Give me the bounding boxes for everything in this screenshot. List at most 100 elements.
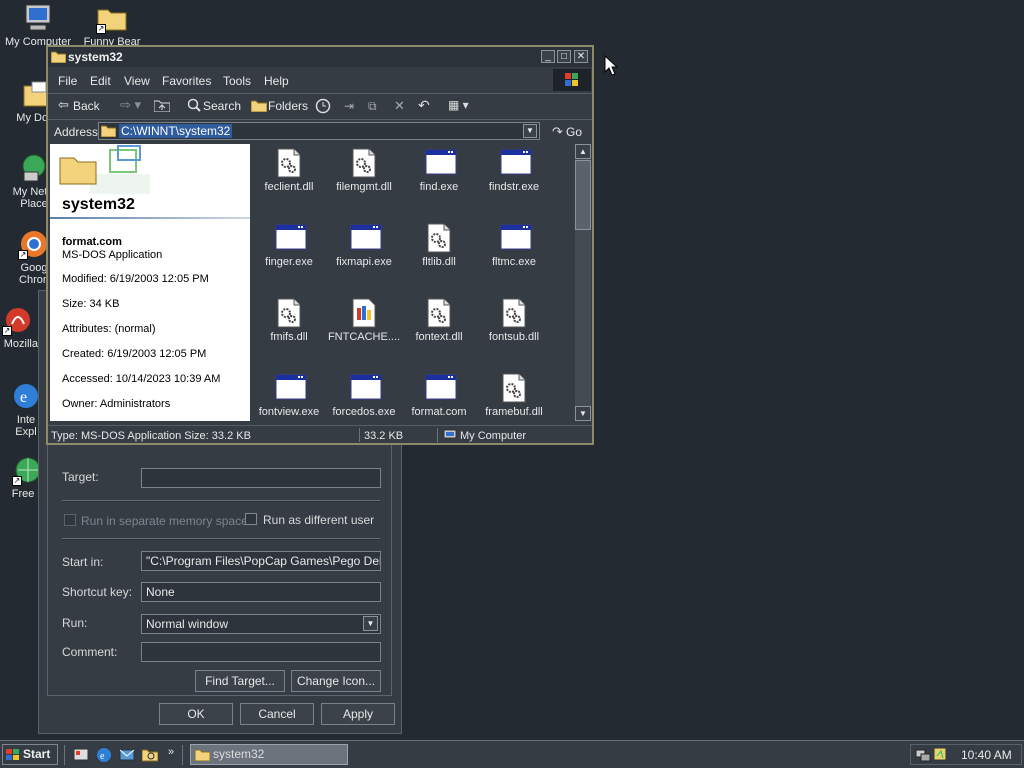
file-item[interactable]: fltlib.dll [402,223,476,268]
file-item[interactable]: fmifs.dll [252,298,326,343]
dll-gear-icon [275,148,303,178]
back-arrow-icon[interactable]: ⇦ [58,98,69,111]
desktop-icon-funny-bear[interactable]: ↗ Funny Bear [74,2,150,48]
minimize-button[interactable]: _ [541,50,555,63]
status-zone: My Computer [460,430,527,442]
menu-tools[interactable]: Tools [223,74,251,88]
menu-help[interactable]: Help [264,74,289,88]
folder-icon [195,749,210,761]
window-title: system32 [68,50,123,64]
go-button[interactable]: Go [566,125,582,139]
maximize-button[interactable]: □ [557,50,571,63]
show-desktop-icon[interactable] [73,747,89,766]
run-label: Run: [62,616,88,630]
svg-text:e: e [100,751,105,762]
target-label: Target: [62,470,99,484]
cancel-button[interactable]: Cancel [240,703,314,725]
windows-logo-icon [553,69,591,91]
explorer-icon[interactable] [141,747,159,766]
file-item[interactable]: filemgmt.dll [327,148,401,193]
scroll-up-arrow-icon[interactable]: ▲ [575,144,591,159]
address-bar: Address C:\WINNT\system32 ▼ ↷ Go [48,119,592,144]
address-input[interactable]: C:\WINNT\system32 ▼ [98,122,540,140]
selected-file-created: Created: 6/19/2003 12:05 PM [62,348,207,360]
move-to-icon[interactable]: ⇥ [344,99,354,113]
file-item[interactable]: feclient.dll [252,148,326,193]
menu-favorites[interactable]: Favorites [162,74,211,88]
internet-explorer-icon[interactable]: e [96,747,112,766]
change-icon-button[interactable]: Change Icon... [291,670,381,692]
run-as-different-user-checkbox[interactable] [245,513,257,525]
file-item[interactable]: fixmapi.exe [327,223,401,268]
history-icon[interactable] [315,98,331,117]
file-item[interactable]: fontext.dll [402,298,476,343]
file-name: fixmapi.exe [336,256,392,268]
start-button[interactable]: Start [2,744,58,765]
run-select[interactable]: Normal window [141,614,381,634]
vertical-scrollbar[interactable]: ▲ ▼ [575,144,591,421]
file-list: feclient.dll filemgmt.dll find.exe findstr.… [252,144,574,421]
file-item[interactable]: fontview.exe [252,373,326,418]
comment-field[interactable] [141,642,381,662]
web-view-info-pane: system32 format.com MS-DOS Application M… [50,144,250,421]
apply-button[interactable]: Apply [321,703,395,725]
file-name: finger.exe [265,256,313,268]
exe-window-icon [425,148,457,178]
file-item[interactable]: find.exe [402,148,476,193]
file-item[interactable]: forcedos.exe [327,373,401,418]
scroll-thumb[interactable] [575,160,591,230]
go-arrow-icon[interactable]: ↷ [552,124,563,140]
search-button[interactable]: Search [203,99,241,113]
file-name: forcedos.exe [332,406,396,418]
selected-file-attributes: Attributes: (normal) [62,323,156,335]
menu-edit[interactable]: Edit [90,74,111,88]
up-folder-icon[interactable] [153,98,171,115]
scroll-down-arrow-icon[interactable]: ▼ [575,406,591,421]
mozilla-icon: ↗ [2,304,34,336]
file-name: find.exe [419,181,459,193]
start-in-field[interactable]: "C:\Program Files\PopCap Games\Pego Delu… [141,551,381,571]
title-bar[interactable]: system32 _ □ ✕ [48,47,592,67]
views-icon[interactable]: ▦ ▾ [448,98,469,112]
file-item[interactable]: finger.exe [252,223,326,268]
quick-launch-divider [182,745,185,765]
address-value: C:\WINNT\system32 [119,124,233,138]
forward-arrow-icon[interactable]: ⇨ ▾ [120,98,141,111]
desktop-icon-my-computer[interactable]: My Computer [0,2,76,48]
taskbar-button-system32[interactable]: system32 [190,744,348,765]
menu-file[interactable]: File [58,74,77,88]
file-item[interactable]: format.com [402,373,476,418]
file-item[interactable]: FNTCACHE.... [327,298,401,343]
run-separate-memory-label: Run in separate memory space [81,514,248,528]
file-name: filemgmt.dll [336,181,392,193]
volume-tray-icon[interactable] [933,747,947,765]
file-item[interactable]: findstr.exe [477,148,551,193]
computer-icon [22,2,54,34]
shortcut-key-field[interactable]: None [141,582,381,602]
chevron-down-icon[interactable]: ▼ [523,124,537,138]
file-item[interactable]: fontsub.dll [477,298,551,343]
run-separate-memory-checkbox[interactable] [64,514,76,526]
quick-launch-overflow-icon[interactable]: » [168,746,174,758]
explorer-window: system32 _ □ ✕ File Edit View Favorites … [46,45,594,445]
copy-to-icon[interactable]: ⧉ [368,99,377,114]
file-item[interactable]: fltmc.exe [477,223,551,268]
outlook-express-icon[interactable] [119,747,135,766]
selected-file-owner: Owner: Administrators [62,398,171,410]
back-button[interactable]: Back [73,99,100,113]
clock[interactable]: 10:40 AM [961,748,1012,762]
find-target-button[interactable]: Find Target... [195,670,285,692]
chevron-down-icon[interactable]: ▼ [363,616,378,631]
undo-icon[interactable]: ↶ [418,97,430,114]
network-tray-icon[interactable] [915,747,931,765]
file-name: framebuf.dll [485,406,543,418]
close-button[interactable]: ✕ [574,50,588,63]
target-field[interactable] [141,468,381,488]
menu-view[interactable]: View [124,74,150,88]
my-computer-icon [443,429,457,444]
comment-label: Comment: [62,645,118,659]
file-item[interactable]: framebuf.dll [477,373,551,418]
delete-icon[interactable]: ✕ [394,98,405,114]
ok-button[interactable]: OK [159,703,233,725]
folders-button[interactable]: Folders [268,99,308,113]
